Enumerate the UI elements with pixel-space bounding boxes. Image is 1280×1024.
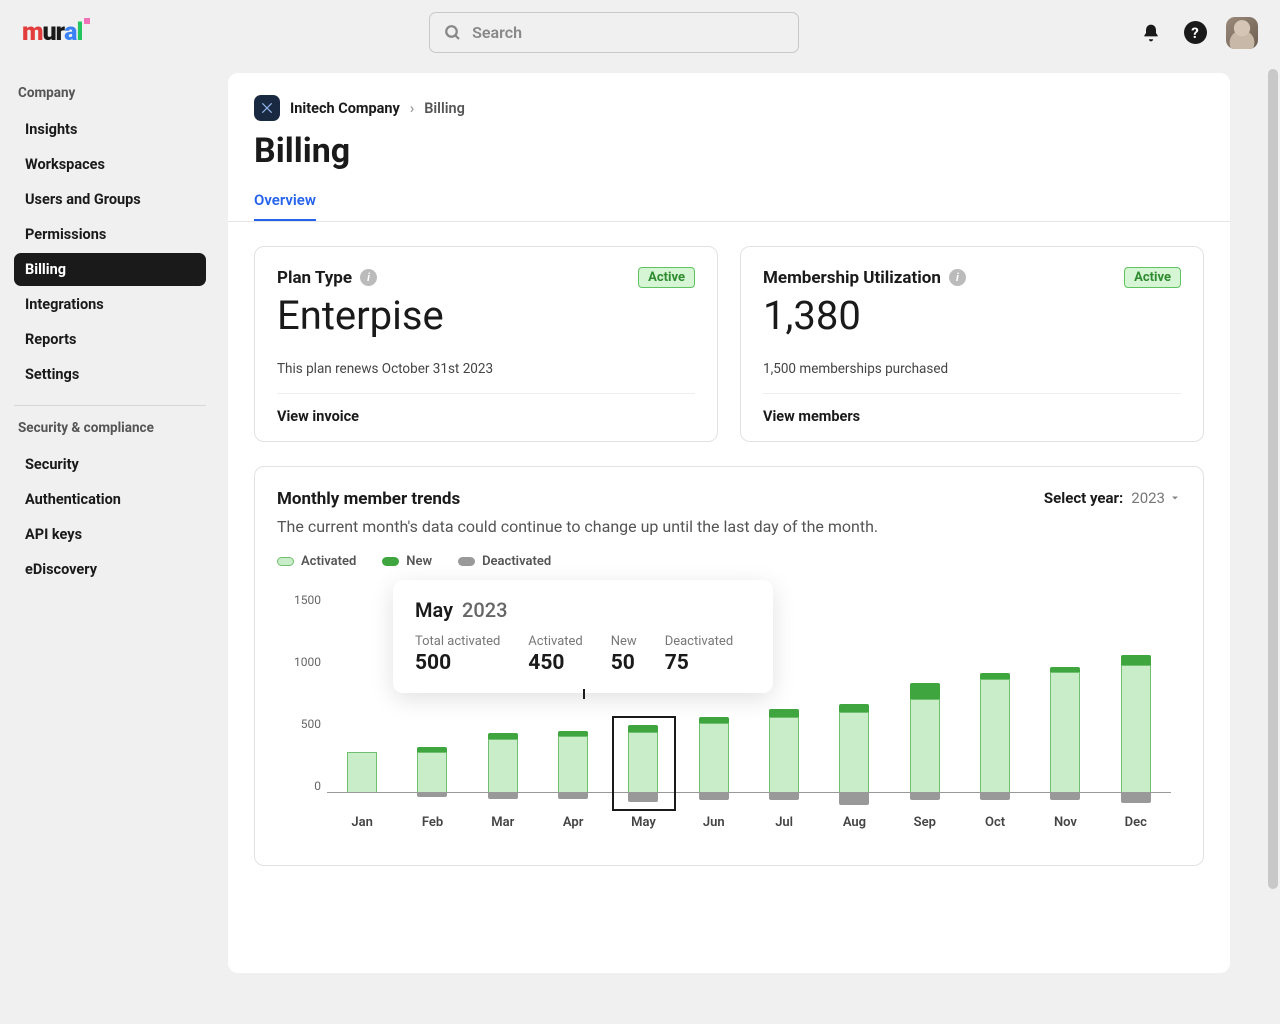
x-label: Oct [980,815,1010,830]
page-card: Initech Company › Billing Billing Overvi… [228,73,1230,973]
sidebar-item-users-and-groups[interactable]: Users and Groups [14,183,206,216]
help-icon[interactable]: ? [1182,20,1208,46]
sidebar-item-ediscovery[interactable]: eDiscovery [14,553,206,586]
breadcrumb: Initech Company › Billing [228,73,1230,121]
tab-overview[interactable]: Overview [254,185,316,221]
membership-value: 1,380 [763,292,1181,339]
plan-renew-text: This plan renews October 31st 2023 [277,361,695,394]
company-logo-icon [254,95,280,121]
sidebar-divider [14,405,206,406]
topbar: mural Search ? [0,0,1280,65]
tooltip-col: New50 [611,634,637,675]
breadcrumb-company[interactable]: Initech Company [290,100,400,117]
scrollbar-thumb[interactable] [1268,69,1278,889]
x-label: Mar [488,815,518,830]
status-badge: Active [638,267,695,288]
membership-card: Membership Utilization i Active 1,380 1,… [740,246,1204,442]
legend-swatch-activated [277,557,294,566]
y-tick: 1000 [277,655,321,669]
scrollbar-track[interactable] [1266,65,1280,1024]
search-placeholder: Search [472,23,522,42]
plan-type-card: Plan Type i Active Enterpise This plan r… [254,246,718,442]
plan-type-value: Enterpise [277,292,695,339]
membership-sub: 1,500 memberships purchased [763,361,1181,394]
y-tick: 0 [277,779,321,793]
tooltip-col: Total activated500 [415,634,500,675]
sidebar-item-reports[interactable]: Reports [14,323,206,356]
x-label: May [628,815,658,830]
x-label: Jan [347,815,377,830]
plan-type-title: Plan Type [277,268,352,288]
x-label: Sep [910,815,940,830]
notifications-icon[interactable] [1138,20,1164,46]
x-label: Jul [769,815,799,830]
chevron-right-icon: › [410,100,414,117]
info-icon[interactable]: i [360,269,377,286]
chart-legend: Activated New Deactivated [277,554,1181,569]
info-icon[interactable]: i [949,269,966,286]
sidebar-item-workspaces[interactable]: Workspaces [14,148,206,181]
sidebar: Company InsightsWorkspacesUsers and Group… [0,65,220,1024]
tooltip-col: Deactivated75 [665,634,733,675]
view-invoice-link[interactable]: View invoice [277,394,695,425]
sidebar-item-integrations[interactable]: Integrations [14,288,206,321]
breadcrumb-page: Billing [424,100,465,117]
avatar[interactable] [1226,17,1258,49]
x-label: Dec [1121,815,1151,830]
x-label: Aug [839,815,869,830]
page-title: Billing [228,121,1230,185]
membership-title: Membership Utilization [763,268,941,288]
sidebar-item-insights[interactable]: Insights [14,113,206,146]
sidebar-item-api-keys[interactable]: API keys [14,518,206,551]
chart-title: Monthly member trends [277,489,878,509]
sidebar-section-label: Security & compliance [14,420,206,436]
status-badge: Active [1124,267,1181,288]
x-label: Nov [1050,815,1080,830]
y-tick: 1500 [277,593,321,607]
chart-card: Monthly member trends The current month'… [254,466,1204,866]
sidebar-item-billing[interactable]: Billing [14,253,206,286]
tabs: Overview [228,185,1230,222]
y-axis: 1500 1000 500 0 [277,593,321,793]
search-input[interactable]: Search [429,12,799,53]
x-label: Feb [417,815,447,830]
year-select[interactable]: Select year: 2023 [1044,489,1181,507]
legend-swatch-new [382,557,399,566]
x-label: Apr [558,815,588,830]
x-axis-labels: Jan Feb Mar Apr May Jun Jul Aug Sep Oct Nov Dec [327,815,1171,830]
view-members-link[interactable]: View members [763,394,1181,425]
sidebar-item-settings[interactable]: Settings [14,358,206,391]
chevron-down-icon [1169,492,1181,504]
y-tick: 500 [277,717,321,731]
tooltip-col: Activated450 [528,634,582,675]
x-label: Jun [699,815,729,830]
chart-tooltip: May 2023 Total activated500Activated450N… [393,580,773,693]
sidebar-item-security[interactable]: Security [14,448,206,481]
legend-swatch-deactivated [458,557,475,566]
chart-subtitle: The current month's data could continue … [277,517,878,536]
sidebar-item-permissions[interactable]: Permissions [14,218,206,251]
sidebar-item-authentication[interactable]: Authentication [14,483,206,516]
sidebar-section-label: Company [14,85,206,101]
logo[interactable]: mural [22,18,90,47]
search-icon [444,24,462,42]
